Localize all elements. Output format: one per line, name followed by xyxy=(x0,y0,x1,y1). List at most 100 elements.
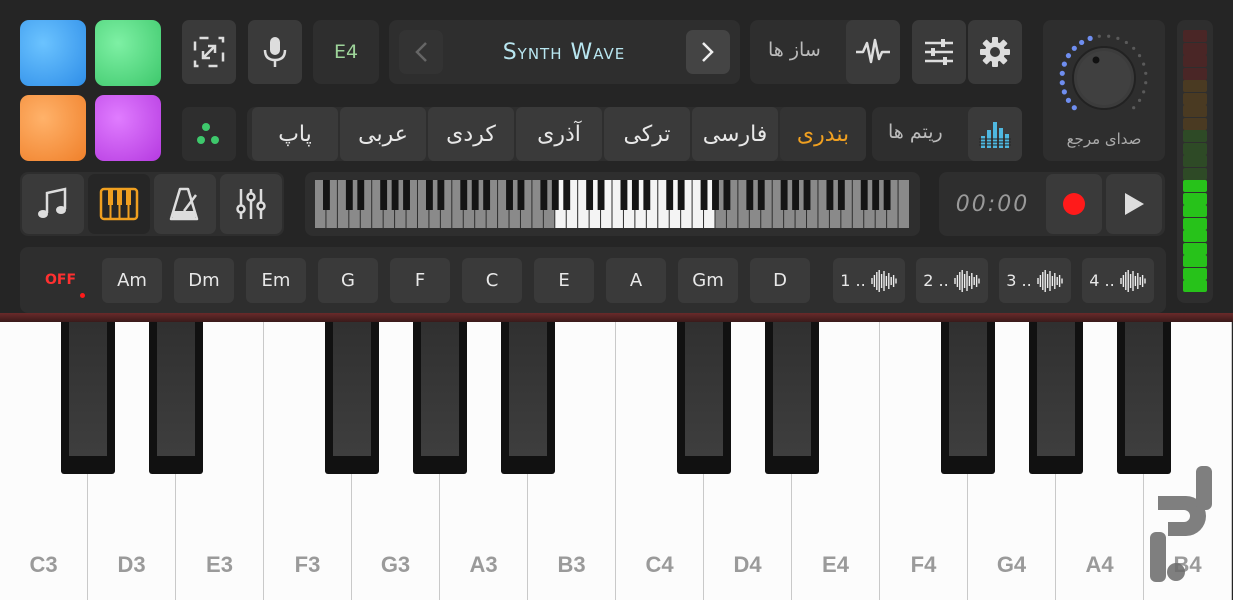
sound-wave-icon xyxy=(871,269,897,292)
mini-black-key xyxy=(597,180,605,210)
sound-wave-icon xyxy=(1120,269,1146,292)
black-key-c#4[interactable] xyxy=(677,322,731,474)
rhythm-slot-label: 1 .. xyxy=(840,271,866,290)
level-meter-segment xyxy=(1183,267,1207,280)
black-key-g#4[interactable] xyxy=(1029,322,1083,474)
style-button-2[interactable]: کردی xyxy=(428,107,514,161)
style-button-4[interactable]: ترکی xyxy=(604,107,690,161)
keyboard-navigator[interactable] xyxy=(305,172,920,236)
black-key-f#4[interactable] xyxy=(941,322,995,474)
piano-icon xyxy=(99,187,139,221)
chord-button-g[interactable]: G xyxy=(318,258,378,303)
pad-purple[interactable] xyxy=(95,95,161,161)
chord-button-em[interactable]: Em xyxy=(246,258,306,303)
dots-button[interactable] xyxy=(182,107,236,161)
style-button-0[interactable]: پاپ xyxy=(252,107,338,161)
chord-button-dm[interactable]: Dm xyxy=(174,258,234,303)
faders-button[interactable] xyxy=(220,174,282,234)
chord-button-f[interactable]: F xyxy=(390,258,450,303)
metronome-button[interactable] xyxy=(154,174,216,234)
key-label: C3 xyxy=(29,552,58,577)
black-key-g#3[interactable] xyxy=(413,322,467,474)
piano-mode-button[interactable] xyxy=(88,174,150,234)
note-button[interactable] xyxy=(22,174,84,234)
style-button-6[interactable]: بندری xyxy=(780,107,866,161)
chord-button-e[interactable]: E xyxy=(534,258,594,303)
black-key-a#4[interactable] xyxy=(1117,322,1171,474)
level-meter-segment xyxy=(1183,130,1207,142)
octave-display[interactable]: E4 xyxy=(313,20,379,84)
chord-button-a[interactable]: A xyxy=(606,258,666,303)
level-meter-segment xyxy=(1183,30,1207,42)
key-label: F3 xyxy=(294,552,321,577)
knob-level-dot xyxy=(1144,81,1148,85)
rhythm-slot-1[interactable]: 1 .. xyxy=(833,258,905,303)
sound-wave-icon xyxy=(954,269,980,292)
previous-instrument-button[interactable] xyxy=(399,30,443,74)
style-button-1[interactable]: عربی xyxy=(340,107,426,161)
level-meter-segment xyxy=(1183,105,1207,117)
rhythm-slot-label: 4 .. xyxy=(1089,271,1115,290)
mini-black-key xyxy=(563,180,571,210)
pad-green[interactable] xyxy=(95,20,161,86)
instrument-name: Synth Wave xyxy=(502,39,626,65)
mini-black-key xyxy=(677,180,685,210)
rhythm-slot-2[interactable]: 2 .. xyxy=(916,258,988,303)
mixer-button[interactable] xyxy=(912,20,966,84)
knob-level-dot xyxy=(1059,80,1065,86)
knob-level-dot xyxy=(1132,46,1136,50)
level-meter-segment xyxy=(1183,255,1207,267)
knob-level-dot xyxy=(1097,34,1101,38)
level-meter-segment xyxy=(1183,117,1207,130)
play-button[interactable] xyxy=(1106,174,1162,234)
fullscreen-button[interactable] xyxy=(182,20,236,84)
pad-blue[interactable] xyxy=(20,20,86,86)
knob-level-dot xyxy=(1142,90,1146,94)
rhythm-slot-3[interactable]: 3 .. xyxy=(999,258,1071,303)
mini-black-key xyxy=(471,180,479,210)
pad-orange[interactable] xyxy=(20,95,86,161)
rhythms-button[interactable]: ریتم ها xyxy=(872,107,1022,161)
chord-button-gm[interactable]: Gm xyxy=(678,258,738,303)
next-instrument-button[interactable] xyxy=(686,30,730,74)
black-key-c#3[interactable] xyxy=(61,322,115,474)
microphone-button[interactable] xyxy=(248,20,302,84)
store-logo-watermark xyxy=(1150,466,1212,582)
chord-off-toggle[interactable]: OFF xyxy=(30,258,90,303)
knob-level-dot xyxy=(1065,53,1072,59)
black-key-f#3[interactable] xyxy=(325,322,379,474)
chevron-left-icon xyxy=(415,42,427,62)
mini-black-key xyxy=(860,180,868,210)
mini-black-key xyxy=(883,180,891,210)
level-meter-segment xyxy=(1183,80,1207,92)
equalizer-box xyxy=(968,107,1022,161)
chord-off-indicator xyxy=(80,293,85,298)
mini-black-key xyxy=(506,180,513,210)
music-note-icon xyxy=(38,187,67,218)
chord-button-c[interactable]: C xyxy=(462,258,522,303)
key-label: E4 xyxy=(822,552,849,577)
level-meter-segment xyxy=(1183,142,1207,155)
chord-button-d[interactable]: D xyxy=(750,258,810,303)
sound-wave-icon xyxy=(1037,269,1063,292)
black-key-a#3[interactable] xyxy=(501,322,555,474)
rhythm-slot-4[interactable]: 4 .. xyxy=(1082,258,1154,303)
mini-black-key xyxy=(792,180,800,210)
black-key-d#3[interactable] xyxy=(149,322,203,474)
instruments-button[interactable]: ساز ها xyxy=(750,20,900,84)
mini-keyboard[interactable] xyxy=(315,180,910,228)
black-key-d#4[interactable] xyxy=(765,322,819,474)
knob-level-dot xyxy=(1144,71,1148,75)
reference-knob[interactable] xyxy=(1056,30,1152,126)
record-button[interactable] xyxy=(1046,174,1102,234)
chord-button-am[interactable]: Am xyxy=(102,258,162,303)
knob-level-dot xyxy=(1061,61,1067,67)
level-meter-segment xyxy=(1183,55,1207,67)
key-label: E3 xyxy=(206,552,233,577)
knob-level-dot xyxy=(1137,98,1142,102)
settings-button[interactable] xyxy=(968,20,1022,84)
style-button-3[interactable]: آذری xyxy=(516,107,602,161)
style-button-5[interactable]: فارسی xyxy=(692,107,778,161)
timer-display: 00:00 xyxy=(955,191,1030,217)
knob-level-dot xyxy=(1059,70,1065,76)
